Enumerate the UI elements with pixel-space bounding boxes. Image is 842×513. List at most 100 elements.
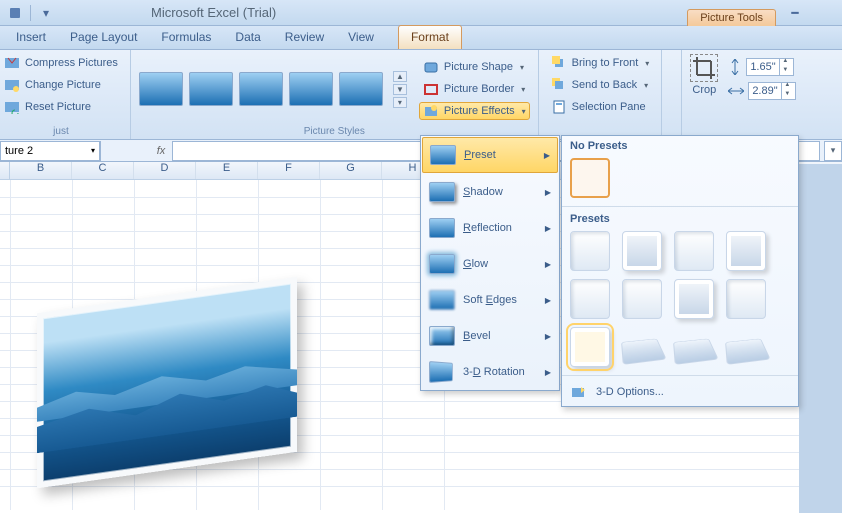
preset-swatch[interactable]: [622, 279, 662, 319]
title-bar: ▾ Microsoft Excel (Trial) Picture Tools …: [0, 0, 842, 26]
preset-swatch[interactable]: [674, 231, 714, 271]
gallery-down-icon[interactable]: ▼: [393, 84, 407, 95]
minimize-icon[interactable]: ━: [786, 6, 804, 20]
rotation-thumb-icon: [429, 361, 453, 383]
preset-swatch[interactable]: [725, 338, 771, 364]
picture-style-gallery[interactable]: ▲ ▼ ▾: [139, 71, 407, 108]
dropdown-caret-icon: ▾: [645, 59, 649, 68]
send-back-label: Send to Back: [572, 79, 637, 91]
spin-down-icon[interactable]: ▼: [782, 91, 792, 100]
qat-dropdown-icon[interactable]: ▾: [39, 6, 53, 20]
submenu-arrow-icon: ▶: [544, 151, 550, 160]
menu-label: reset: [471, 149, 495, 161]
tab-insert[interactable]: Insert: [4, 26, 58, 49]
selection-pane-button[interactable]: Selection Pane: [547, 98, 654, 116]
tab-page-layout[interactable]: Page Layout: [58, 26, 149, 49]
col-header[interactable]: E: [196, 162, 258, 179]
picture-border-button[interactable]: Picture Border▾: [419, 80, 530, 98]
spin-up-icon[interactable]: ▲: [782, 82, 792, 91]
width-icon: [728, 84, 744, 98]
fx-icon[interactable]: fx: [150, 145, 172, 157]
style-thumb[interactable]: [139, 72, 183, 106]
preset-swatch-selected[interactable]: [570, 327, 610, 367]
qat-save-icon[interactable]: [8, 6, 22, 20]
crop-button[interactable]: Crop: [690, 54, 718, 96]
spin-down-icon[interactable]: ▼: [780, 67, 790, 76]
effects-menu-soft-edges[interactable]: Soft Edges▶: [421, 282, 559, 318]
right-overflow-panel: [799, 164, 842, 513]
preset-swatch[interactable]: [674, 279, 714, 319]
preset-swatch[interactable]: [726, 231, 766, 271]
gallery-up-icon[interactable]: ▲: [393, 71, 407, 82]
border-icon: [423, 81, 439, 97]
reset-picture-button[interactable]: Reset Picture: [0, 98, 122, 116]
compress-pictures-button[interactable]: Compress Pictures: [0, 54, 122, 72]
col-header[interactable]: B: [10, 162, 72, 179]
col-header[interactable]: C: [72, 162, 134, 179]
style-thumb[interactable]: [339, 72, 383, 106]
col-header[interactable]: F: [258, 162, 320, 179]
formula-expand-icon[interactable]: ▾: [824, 141, 842, 161]
compress-label: Compress Pictures: [25, 57, 118, 69]
dropdown-caret-icon: ▾: [520, 63, 524, 72]
ribbon-tabs: Insert Page Layout Formulas Data Review …: [0, 26, 842, 50]
picture-effects-button[interactable]: Picture Effects▾: [419, 102, 530, 120]
effects-menu-glow[interactable]: Glow▶: [421, 246, 559, 282]
reset-picture-label: Reset Picture: [25, 101, 91, 113]
crop-label: Crop: [692, 84, 716, 96]
preset-swatch[interactable]: [570, 231, 610, 271]
tab-view[interactable]: View: [336, 26, 386, 49]
preset-none[interactable]: [570, 158, 610, 198]
col-header[interactable]: D: [134, 162, 196, 179]
effects-menu-3d-rotation[interactable]: 3-D Rotation▶: [421, 354, 559, 390]
change-picture-button[interactable]: Change Picture: [0, 76, 122, 94]
send-back-icon: [551, 77, 567, 93]
bring-to-front-button[interactable]: Bring to Front ▾: [547, 54, 654, 72]
picture-shape-button[interactable]: Picture Shape ▾: [419, 58, 530, 76]
height-value: 1.65": [750, 61, 775, 73]
effects-menu-reflection[interactable]: Reflection▶: [421, 210, 559, 246]
adjust-group-label: just: [0, 124, 122, 137]
ribbon: Compress Pictures Change Picture Reset P…: [0, 50, 842, 140]
width-value: 2.89": [752, 85, 777, 97]
style-thumb[interactable]: [189, 72, 233, 106]
bring-front-label: Bring to Front: [572, 57, 639, 69]
width-input[interactable]: 2.89" ▲▼: [748, 82, 796, 100]
tab-format[interactable]: Format: [398, 25, 462, 49]
preset-swatch[interactable]: [673, 338, 719, 364]
name-box-value: ture 2: [5, 145, 33, 157]
effects-menu-bevel[interactable]: Bevel▶: [421, 318, 559, 354]
style-thumb[interactable]: [239, 72, 283, 106]
preset-swatch[interactable]: [570, 279, 610, 319]
submenu-arrow-icon: ▶: [545, 260, 551, 269]
submenu-arrow-icon: ▶: [545, 224, 551, 233]
picture-effects-menu: Preset▶ Shadow▶ Reflection▶ Glow▶ Soft E…: [420, 135, 560, 391]
style-thumb[interactable]: [289, 72, 333, 106]
selection-pane-label: Selection Pane: [572, 101, 646, 113]
compress-icon: [4, 55, 20, 71]
tab-formulas[interactable]: Formulas: [149, 26, 223, 49]
height-input[interactable]: 1.65" ▲▼: [746, 58, 794, 76]
change-picture-label: Change Picture: [25, 79, 101, 91]
effects-icon: [423, 103, 439, 119]
preset-swatch[interactable]: [726, 279, 766, 319]
col-header[interactable]: G: [320, 162, 382, 179]
effects-menu-shadow[interactable]: Shadow▶: [421, 174, 559, 210]
dropdown-caret-icon: ▾: [644, 81, 648, 90]
inserted-picture[interactable]: [37, 277, 297, 489]
glow-thumb-icon: [429, 254, 455, 274]
preset-swatch[interactable]: [621, 338, 667, 364]
gallery-more-icon[interactable]: ▾: [393, 97, 407, 108]
tab-review[interactable]: Review: [273, 26, 336, 49]
3d-options-button[interactable]: 3-D Options...: [562, 378, 798, 406]
picture-shape-label: Picture Shape: [444, 61, 513, 73]
spin-up-icon[interactable]: ▲: [780, 58, 790, 67]
tab-data[interactable]: Data: [223, 26, 272, 49]
3d-options-icon: [570, 384, 588, 400]
preset-swatch[interactable]: [622, 231, 662, 271]
qat-separator: [30, 5, 31, 21]
change-picture-icon: [4, 77, 20, 93]
send-to-back-button[interactable]: Send to Back ▾: [547, 76, 654, 94]
name-box[interactable]: ture 2▾: [0, 141, 100, 161]
effects-menu-preset[interactable]: Preset▶: [422, 137, 558, 173]
